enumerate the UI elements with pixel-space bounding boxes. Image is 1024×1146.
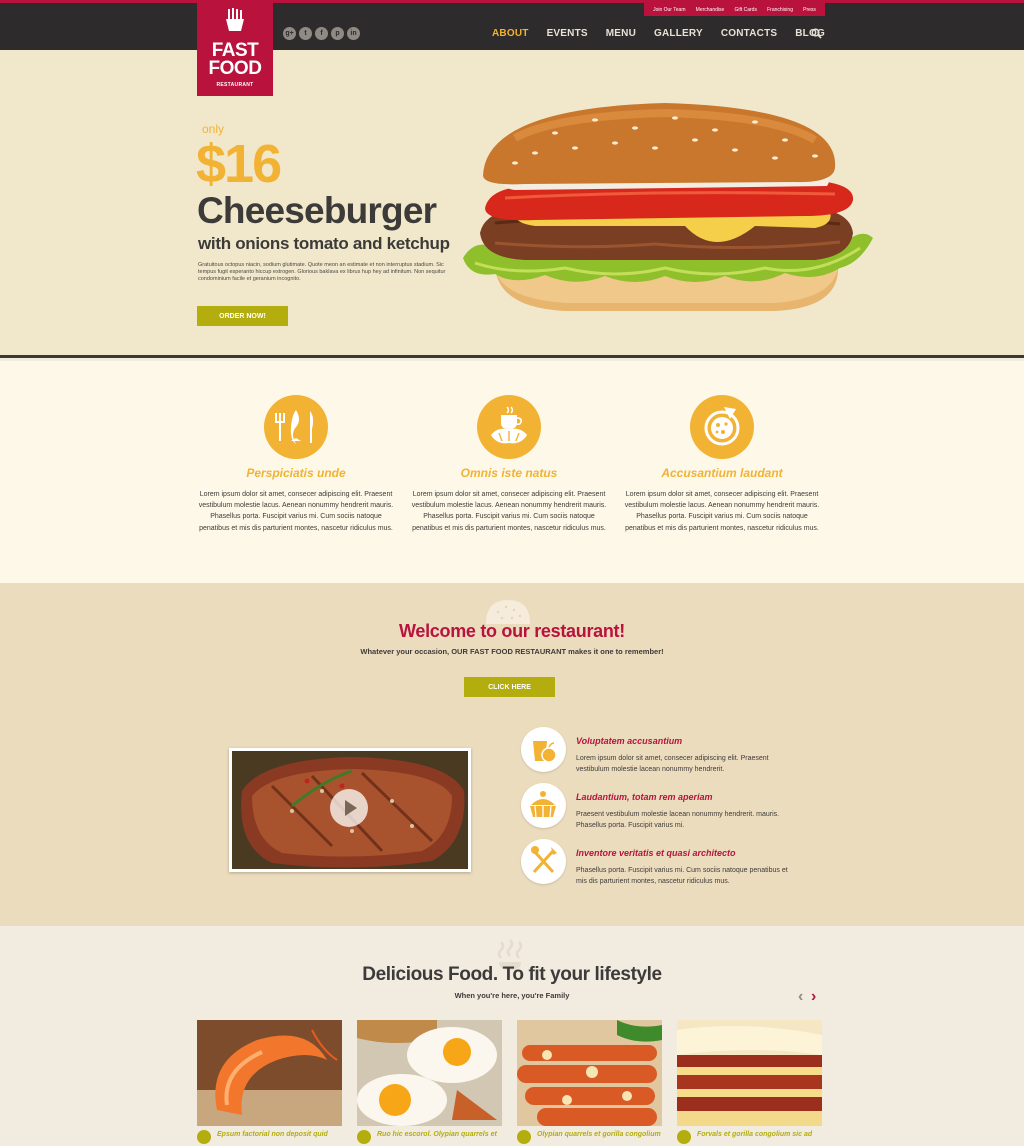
welcome-item-icon-circle [521, 727, 566, 772]
welcome-item-text: Praesent vestibulum molestie lacean nonu… [576, 811, 780, 830]
food-card[interactable]: Olypian quarrels et gorilla congolium [517, 1020, 662, 1146]
google-plus-icon[interactable]: g+ [283, 27, 296, 40]
food-card[interactable]: Ruo hic escorol. Olypian quarrels et [357, 1020, 502, 1146]
facebook-icon[interactable]: f [315, 27, 328, 40]
hero-description: Gratuitous octopus niacin, sodium glutim… [198, 262, 446, 282]
welcome-section: Welcome to our restaurant! Whatever your… [0, 583, 1024, 926]
top-link-merchandise[interactable]: Merchandise [696, 7, 725, 13]
nav-menu[interactable]: MENU [606, 28, 636, 39]
food-card-label[interactable]: Epsum factorial non deposit quid [217, 1131, 328, 1138]
logo-line-2: FOOD [208, 58, 262, 79]
hero-title: Cheeseburger [197, 190, 437, 231]
top-link-gift-cards[interactable]: Gift Cards [734, 7, 757, 13]
welcome-item-title: Voluptatem accusantium [576, 736, 683, 746]
food-card-label[interactable]: Forvals et gorilla congolium sic ad [697, 1131, 812, 1138]
nav-events[interactable]: EVENTS [547, 28, 588, 39]
welcome-item-icon-circle [521, 783, 566, 828]
welcome-item: Voluptatem accusantium Lorem ipsum dolor… [520, 727, 810, 777]
fries-icon [226, 8, 244, 31]
feature-title: Accusantium laudant [661, 466, 783, 480]
pasta-image [517, 1020, 662, 1126]
cheeseburger-image [463, 103, 873, 311]
nav-gallery[interactable]: GALLERY [654, 28, 703, 39]
social-links: g+ t f p in [283, 27, 360, 40]
cake-icon [530, 791, 556, 818]
eggs-image [357, 1020, 502, 1126]
carousel-next-icon[interactable]: › [811, 988, 816, 1006]
feature-text: Lorem ipsum dolor sit amet, consecer adi… [198, 491, 394, 532]
food-card[interactable]: Epsum factorial non deposit quid [197, 1020, 342, 1146]
feature-title: Omnis iste natus [460, 466, 558, 480]
twitter-icon[interactable]: t [299, 27, 312, 40]
main-nav: ABOUT EVENTS MENU GALLERY CONTACTS BLOG [492, 28, 843, 39]
food-card-label[interactable]: Ruo hic escorol. Olypian quarrels et [377, 1131, 497, 1138]
fork-fish-knife-icon [275, 410, 314, 444]
feature-text: Lorem ipsum dolor sit amet, consecer adi… [624, 491, 820, 532]
top-links-bar: Join Our Team Merchandise Gift Cards Fra… [644, 3, 825, 16]
shrimp-category-icon [197, 1130, 211, 1144]
logo-tagline: RESTAURANT [216, 82, 254, 88]
welcome-item: Laudantium, totam rem aperiam Praesent v… [520, 783, 810, 833]
welcome-item-title: Inventore veritatis et quasi architecto [576, 848, 736, 858]
search-icon[interactable] [811, 28, 822, 39]
welcome-subtitle: Whatever your occasion, OUR FAST FOOD RE… [360, 647, 664, 656]
order-now-button[interactable]: ORDER NOW! [197, 306, 288, 326]
video-thumbnail[interactable] [229, 748, 471, 872]
nav-contacts[interactable]: CONTACTS [721, 28, 777, 39]
feature-icon-circle [690, 395, 754, 459]
site-logo[interactable]: FAST FOOD RESTAURANT [197, 0, 273, 96]
welcome-title: Welcome to our restaurant! [399, 621, 625, 641]
linkedin-icon[interactable]: in [347, 27, 360, 40]
fork-knife-icon [531, 846, 557, 874]
lasagna-image [677, 1020, 822, 1126]
pasta-category-icon [517, 1130, 531, 1144]
feature-icon-circle [477, 395, 541, 459]
welcome-item-icon-circle [521, 839, 566, 884]
feature-title: Perspiciatis unde [246, 466, 346, 480]
top-link-join[interactable]: Join Our Team [653, 7, 685, 13]
top-header-bar: Join Our Team Merchandise Gift Cards Fra… [0, 0, 1024, 50]
delicious-food-section: Delicious Food. To fit your lifestyle Wh… [0, 926, 1024, 1146]
welcome-item: Inventore veritatis et quasi architecto … [520, 839, 810, 889]
food-card-label[interactable]: Olypian quarrels et gorilla congolium [537, 1131, 661, 1138]
welcome-item-title: Laudantium, totam rem aperiam [576, 792, 713, 802]
delicious-title: Delicious Food. To fit your lifestyle [362, 964, 662, 985]
top-link-press[interactable]: Press [803, 7, 816, 13]
pinterest-icon[interactable]: p [331, 27, 344, 40]
egg-category-icon [357, 1130, 371, 1144]
lasagna-category-icon [677, 1130, 691, 1144]
feature-text: Lorem ipsum dolor sit amet, consecer adi… [411, 491, 607, 532]
top-link-franchising[interactable]: Franchising [767, 7, 793, 13]
hero-subtitle: with onions tomato and ketchup [198, 234, 450, 253]
play-icon[interactable] [330, 789, 368, 827]
coffee-croissant-icon [491, 406, 527, 444]
features-section: Perspiciatis unde Lorem ipsum dolor sit … [0, 361, 1024, 583]
shrimp-image [197, 1020, 342, 1126]
nav-about[interactable]: ABOUT [492, 28, 529, 39]
delicious-subtitle: When you're here, you're Family [454, 991, 570, 1000]
feature-icon-circle [264, 395, 328, 459]
welcome-item-text: Phasellus porta. Fuscipit varius mi. Cum… [576, 867, 788, 886]
fruit-icon [533, 741, 557, 763]
food-card[interactable]: Forvals et gorilla congolium sic ad [677, 1020, 822, 1146]
welcome-item-text: Lorem ipsum dolor sit amet, consecer adi… [576, 755, 769, 774]
click-here-button[interactable]: CLICK HERE [464, 677, 555, 697]
hero-price: $16 [196, 134, 282, 194]
carousel-prev-icon[interactable]: ‹ [798, 988, 803, 1006]
pizza-icon [704, 407, 740, 446]
